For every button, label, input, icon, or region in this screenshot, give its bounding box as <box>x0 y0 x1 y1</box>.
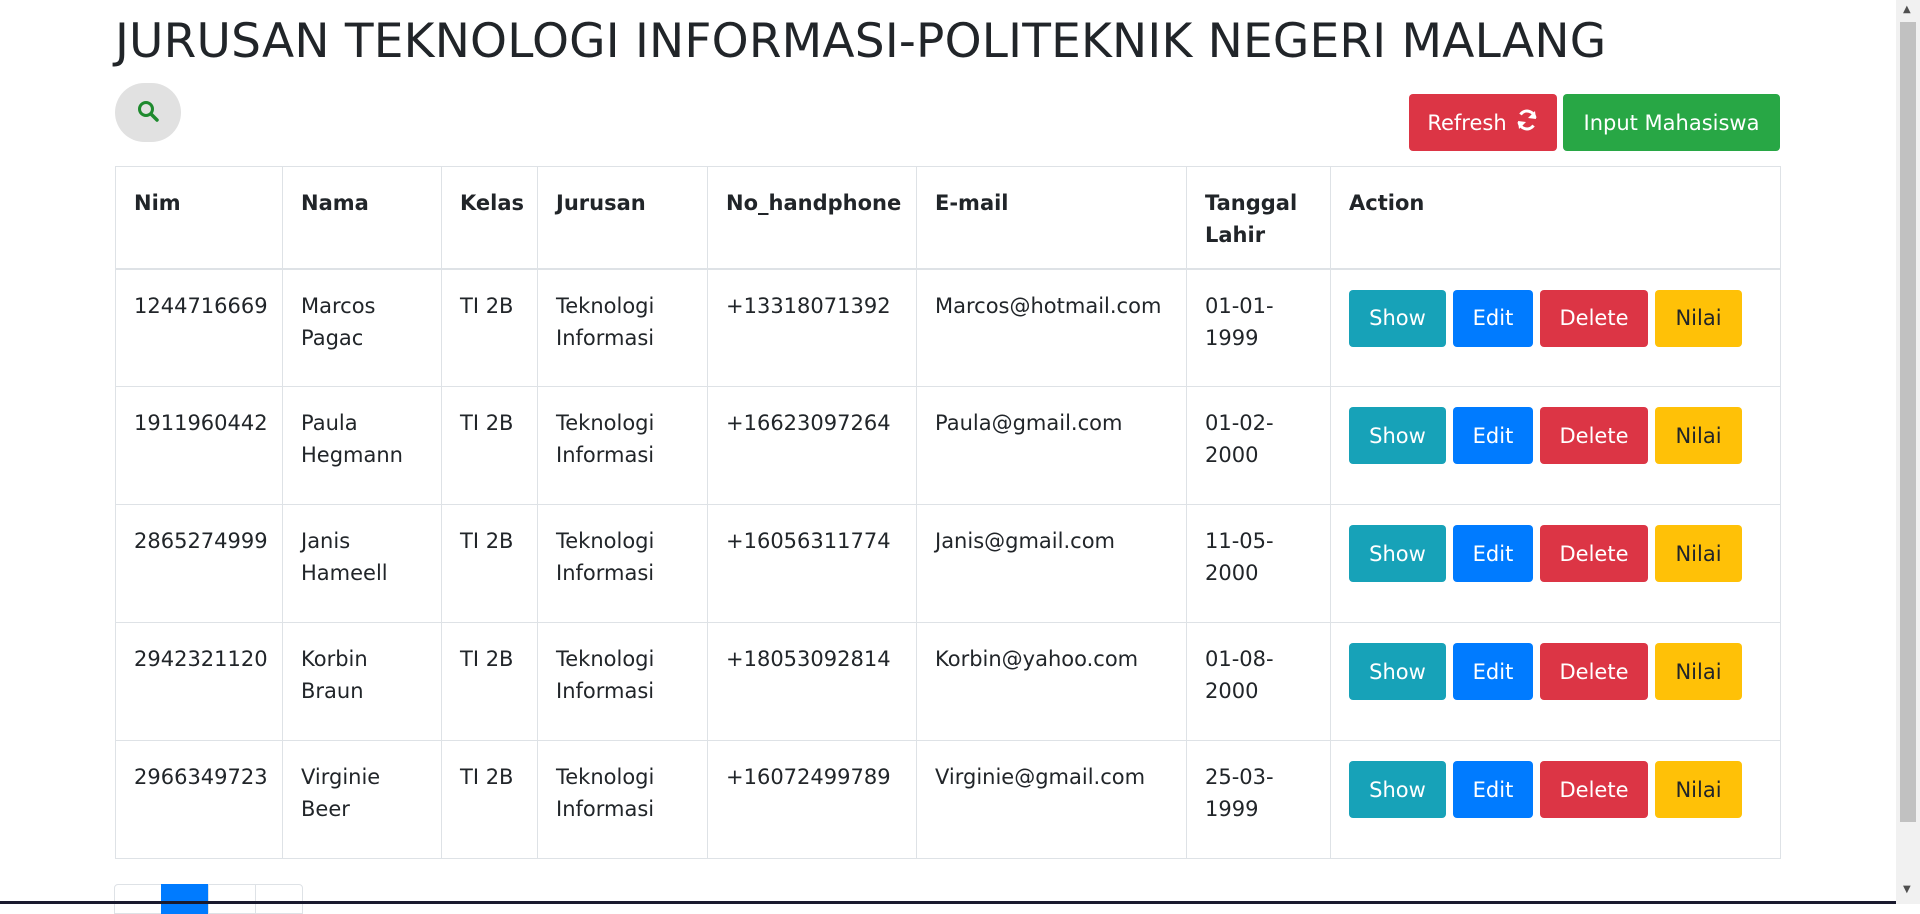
cell-nim: 2942321120 <box>115 622 283 741</box>
table-row: 1911960442 Paula Hegmann TI 2B Teknologi… <box>115 386 1781 505</box>
cell-actions: Show Edit Delete Nilai <box>1330 622 1781 741</box>
column-header-no-handphone: No_handphone <box>707 166 917 270</box>
cell-kelas: TI 2B <box>441 622 538 741</box>
nilai-button[interactable]: Nilai <box>1655 761 1742 818</box>
refresh-icon <box>1515 108 1539 137</box>
refresh-button[interactable]: Refresh <box>1409 94 1557 151</box>
edit-button[interactable]: Edit <box>1453 525 1533 582</box>
cell-tanggal-lahir: 25-03-1999 <box>1186 740 1331 859</box>
column-header-nama: Nama <box>282 166 442 270</box>
pagination-prev[interactable] <box>114 884 162 914</box>
page-title: JURUSAN TEKNOLOGI INFORMASI-POLITEKNIK N… <box>115 14 1607 69</box>
table-header-row: Nim Nama Kelas Jurusan No_handphone E-ma… <box>115 166 1781 270</box>
cell-no-handphone: +13318071392 <box>707 268 917 387</box>
edit-button[interactable]: Edit <box>1453 289 1533 347</box>
cell-nim: 2865274999 <box>115 504 283 623</box>
cell-email: Korbin@yahoo.com <box>916 622 1187 741</box>
delete-button[interactable]: Delete <box>1540 289 1648 347</box>
cell-jurusan: Teknologi Informasi <box>537 386 708 505</box>
mahasiswa-table-container: Nim Nama Kelas Jurusan No_handphone E-ma… <box>115 166 1781 859</box>
cell-actions: Show Edit Delete Nilai <box>1330 268 1781 387</box>
vertical-scrollbar[interactable]: ▲ ▼ <box>1896 0 1920 904</box>
pagination-next[interactable] <box>255 884 303 914</box>
cell-email: Paula@gmail.com <box>916 386 1187 505</box>
column-header-email: E-mail <box>916 166 1187 270</box>
scrollbar-thumb[interactable] <box>1900 22 1916 822</box>
input-mahasiswa-button[interactable]: Input Mahasiswa <box>1563 94 1780 151</box>
table-row: 2942321120 Korbin Braun TI 2B Teknologi … <box>115 622 1781 741</box>
pagination <box>114 884 303 914</box>
cell-no-handphone: +16623097264 <box>707 386 917 505</box>
edit-button[interactable]: Edit <box>1453 643 1533 700</box>
cell-nim: 1244716669 <box>115 268 283 387</box>
search-icon <box>136 99 160 126</box>
cell-no-handphone: +16072499789 <box>707 740 917 859</box>
search-button[interactable] <box>115 83 181 142</box>
pagination-page-active[interactable] <box>161 884 209 914</box>
column-header-kelas: Kelas <box>441 166 538 270</box>
cell-nama: Virginie Beer <box>282 740 442 859</box>
cell-jurusan: Teknologi Informasi <box>537 268 708 387</box>
cell-kelas: TI 2B <box>441 740 538 859</box>
show-button[interactable]: Show <box>1349 761 1446 818</box>
table-row: 2865274999 Janis Hameell TI 2B Teknologi… <box>115 504 1781 623</box>
cell-nama: Janis Hameell <box>282 504 442 623</box>
nilai-button[interactable]: Nilai <box>1655 643 1742 700</box>
column-header-tanggal-lahir: Tanggal Lahir <box>1186 166 1331 270</box>
delete-button[interactable]: Delete <box>1540 761 1648 818</box>
cell-email: Marcos@hotmail.com <box>916 268 1187 387</box>
cell-actions: Show Edit Delete Nilai <box>1330 504 1781 623</box>
cell-kelas: TI 2B <box>441 504 538 623</box>
table-row: 1244716669 Marcos Pagac TI 2B Teknologi … <box>115 268 1781 387</box>
cell-nim: 1911960442 <box>115 386 283 505</box>
cell-nama: Korbin Braun <box>282 622 442 741</box>
cell-jurusan: Teknologi Informasi <box>537 504 708 623</box>
cell-actions: Show Edit Delete Nilai <box>1330 386 1781 505</box>
column-header-action: Action <box>1330 166 1781 270</box>
column-header-nim: Nim <box>115 166 283 270</box>
cell-kelas: TI 2B <box>441 268 538 387</box>
mahasiswa-table: Nim Nama Kelas Jurusan No_handphone E-ma… <box>115 166 1781 859</box>
table-row: 2966349723 Virginie Beer TI 2B Teknologi… <box>115 740 1781 859</box>
show-button[interactable]: Show <box>1349 289 1446 347</box>
delete-button[interactable]: Delete <box>1540 643 1648 700</box>
cell-tanggal-lahir: 01-01-1999 <box>1186 268 1331 387</box>
show-button[interactable]: Show <box>1349 407 1446 464</box>
cell-actions: Show Edit Delete Nilai <box>1330 740 1781 859</box>
show-button[interactable]: Show <box>1349 525 1446 582</box>
edit-button[interactable]: Edit <box>1453 407 1533 464</box>
cell-jurusan: Teknologi Informasi <box>537 622 708 741</box>
edit-button[interactable]: Edit <box>1453 761 1533 818</box>
cell-tanggal-lahir: 01-08-2000 <box>1186 622 1331 741</box>
column-header-jurusan: Jurusan <box>537 166 708 270</box>
cell-tanggal-lahir: 11-05-2000 <box>1186 504 1331 623</box>
show-button[interactable]: Show <box>1349 643 1446 700</box>
cell-no-handphone: +16056311774 <box>707 504 917 623</box>
nilai-button[interactable]: Nilai <box>1655 407 1742 464</box>
delete-button[interactable]: Delete <box>1540 407 1648 464</box>
refresh-label: Refresh <box>1427 110 1507 135</box>
cell-email: Virginie@gmail.com <box>916 740 1187 859</box>
scroll-down-arrow-icon[interactable]: ▼ <box>1903 884 1911 895</box>
cell-nama: Marcos Pagac <box>282 268 442 387</box>
cell-email: Janis@gmail.com <box>916 504 1187 623</box>
cell-kelas: TI 2B <box>441 386 538 505</box>
delete-button[interactable]: Delete <box>1540 525 1648 582</box>
cell-jurusan: Teknologi Informasi <box>537 740 708 859</box>
scroll-up-arrow-icon[interactable]: ▲ <box>1903 4 1911 15</box>
cell-nim: 2966349723 <box>115 740 283 859</box>
cell-no-handphone: +18053092814 <box>707 622 917 741</box>
pagination-page[interactable] <box>208 884 256 914</box>
nilai-button[interactable]: Nilai <box>1655 525 1742 582</box>
nilai-button[interactable]: Nilai <box>1655 289 1742 347</box>
cell-tanggal-lahir: 01-02-2000 <box>1186 386 1331 505</box>
cell-nama: Paula Hegmann <box>282 386 442 505</box>
